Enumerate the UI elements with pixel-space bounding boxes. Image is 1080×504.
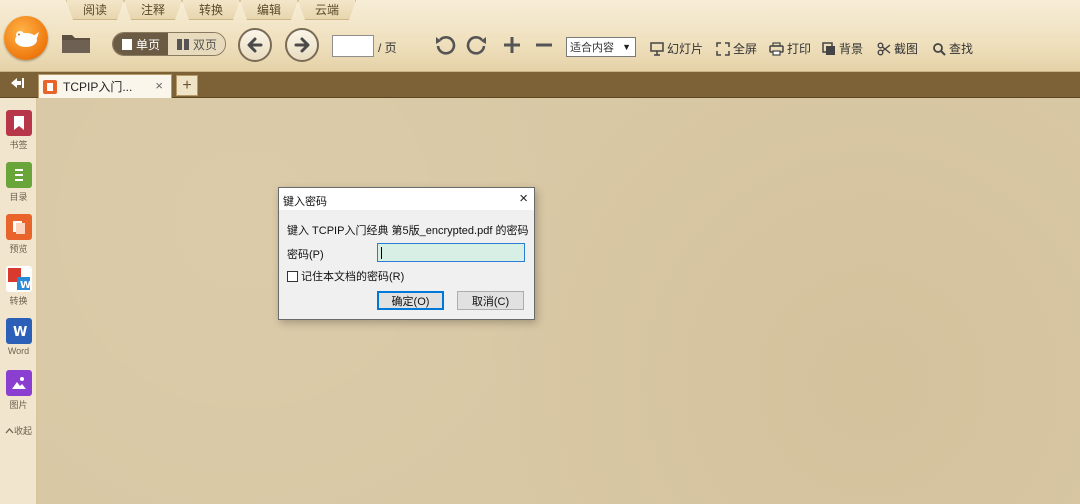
sidebar-item-label: 图片 bbox=[9, 400, 28, 410]
toc-icon bbox=[5, 162, 32, 188]
preview-icon bbox=[5, 214, 32, 240]
sidebar-item-word[interactable]: W Word bbox=[0, 318, 37, 356]
page-number-input[interactable] bbox=[332, 35, 374, 57]
search-label: 查找 bbox=[949, 42, 974, 56]
next-page-button[interactable] bbox=[285, 28, 319, 62]
sidebar-item-image[interactable]: 图片 bbox=[0, 370, 37, 411]
screenshot-button[interactable]: 截图 bbox=[877, 40, 918, 57]
arrow-left-icon bbox=[247, 37, 263, 53]
minus-icon bbox=[536, 43, 552, 47]
screenshot-label: 截图 bbox=[894, 42, 919, 56]
chevron-up-icon bbox=[5, 428, 14, 434]
double-page-button[interactable]: 双页 bbox=[168, 33, 226, 55]
fullscreen-icon bbox=[716, 41, 730, 56]
remember-password-checkbox[interactable]: 记住本文档的密码(R) bbox=[287, 268, 404, 284]
sidebar-item-preview[interactable]: 预览 bbox=[0, 214, 37, 255]
printer-icon bbox=[769, 41, 784, 56]
slideshow-label: 幻灯片 bbox=[667, 42, 704, 56]
menu-tabs: 阅读 注释 转换 编辑 云端 bbox=[66, 0, 356, 20]
zoom-mode-value: 适合内容 bbox=[570, 42, 614, 54]
dropdown-arrow-icon: ▼ bbox=[622, 42, 631, 52]
menu-tab-read[interactable]: 阅读 bbox=[66, 0, 124, 20]
sidebar-item-label: 目录 bbox=[9, 192, 28, 202]
background-button[interactable]: 背景 bbox=[822, 40, 863, 57]
dialog-title: 键入密码 bbox=[283, 196, 327, 208]
menu-tab-annotate[interactable]: 注释 bbox=[124, 0, 182, 20]
page-mode-toggle: 单页 双页 bbox=[112, 32, 227, 56]
document-tab[interactable]: TCPIP入门... × bbox=[38, 74, 172, 98]
dialog-prompt-text: 键入 TCPIP入门经典 第5版_encrypted.pdf 的密码 bbox=[287, 225, 529, 237]
password-label: 密码(P) bbox=[287, 249, 324, 261]
sidebar-item-toc[interactable]: 目录 bbox=[0, 162, 37, 203]
convert-icon: W bbox=[5, 266, 32, 292]
menu-tab-cloud[interactable]: 云端 bbox=[298, 0, 356, 20]
print-label: 打印 bbox=[787, 42, 812, 56]
document-viewport bbox=[37, 98, 1080, 504]
open-file-button[interactable] bbox=[60, 30, 92, 56]
checkbox-icon[interactable] bbox=[287, 270, 298, 282]
rotate-right-icon bbox=[466, 36, 486, 55]
zoom-in-button[interactable] bbox=[502, 35, 522, 55]
left-sidebar: 书签 目录 预览 W 转换 W Word 图片 收起 bbox=[0, 98, 37, 504]
double-page-icon bbox=[177, 38, 190, 50]
sidebar-item-convert[interactable]: W 转换 bbox=[0, 266, 37, 307]
plus-icon bbox=[504, 37, 520, 53]
text-caret bbox=[381, 247, 382, 259]
folder-icon bbox=[62, 35, 90, 53]
menu-tab-convert[interactable]: 转换 bbox=[182, 0, 240, 20]
slideshow-icon bbox=[650, 41, 664, 56]
sidebar-collapse-label: 收起 bbox=[13, 426, 32, 436]
search-button[interactable]: 查找 bbox=[932, 40, 973, 57]
fullscreen-button[interactable]: 全屏 bbox=[716, 40, 757, 57]
new-tab-button[interactable]: + bbox=[176, 75, 198, 96]
sidebar-item-bookmarks[interactable]: 书签 bbox=[0, 110, 37, 151]
scissors-icon bbox=[877, 42, 891, 55]
sidebar-item-label: 书签 bbox=[9, 140, 28, 150]
page-suffix-label: / 页 bbox=[378, 41, 397, 55]
dialog-close-icon[interactable]: × bbox=[519, 190, 528, 207]
main-toolbar: 阅读 注释 转换 编辑 云端 单页 双页 / 页 适合内容 ▼ 幻灯片 全屏 打… bbox=[0, 0, 1080, 72]
rotate-left-icon bbox=[436, 36, 456, 55]
app-logo-icon[interactable] bbox=[4, 16, 48, 60]
image-icon bbox=[5, 370, 32, 396]
remember-password-label: 记住本文档的密码(R) bbox=[301, 271, 405, 283]
sidebar-item-label: 转换 bbox=[9, 296, 28, 306]
zoom-out-button[interactable] bbox=[534, 35, 554, 55]
background-label: 背景 bbox=[839, 42, 864, 56]
single-page-icon bbox=[122, 38, 132, 50]
rotate-right-button[interactable] bbox=[466, 34, 488, 56]
svg-text:W: W bbox=[13, 325, 27, 339]
password-input[interactable] bbox=[377, 243, 525, 262]
menu-tab-edit[interactable]: 编辑 bbox=[240, 0, 298, 20]
previous-page-button[interactable] bbox=[238, 28, 272, 62]
fullscreen-label: 全屏 bbox=[733, 42, 758, 56]
dialog-title-bar[interactable]: 键入密码 × bbox=[279, 188, 534, 210]
single-page-label: 单页 bbox=[136, 37, 161, 52]
bookmark-icon bbox=[5, 110, 32, 136]
document-tab-strip: TCPIP入门... × + bbox=[0, 72, 1080, 98]
collapse-sidebar-button[interactable] bbox=[6, 76, 28, 94]
word-icon: W bbox=[5, 318, 32, 344]
double-page-label: 双页 bbox=[193, 37, 218, 52]
rotate-left-button[interactable] bbox=[434, 34, 456, 56]
svg-text:W: W bbox=[20, 280, 31, 291]
single-page-button[interactable]: 单页 bbox=[113, 33, 169, 55]
print-button[interactable]: 打印 bbox=[769, 40, 811, 57]
collapse-left-icon bbox=[11, 78, 24, 88]
ok-button[interactable]: 确定(O) bbox=[377, 291, 444, 310]
sidebar-collapse-button[interactable]: 收起 bbox=[0, 424, 37, 437]
document-tab-title: TCPIP入门... bbox=[63, 80, 133, 94]
sidebar-item-label: 预览 bbox=[9, 244, 28, 254]
close-tab-icon[interactable]: × bbox=[155, 78, 163, 93]
slideshow-button[interactable]: 幻灯片 bbox=[650, 40, 703, 57]
arrow-right-icon bbox=[294, 37, 310, 53]
cancel-button[interactable]: 取消(C) bbox=[457, 291, 524, 310]
search-icon bbox=[933, 42, 946, 56]
pdf-file-icon bbox=[43, 79, 57, 94]
password-dialog: 键入密码 × 键入 TCPIP入门经典 第5版_encrypted.pdf 的密… bbox=[278, 187, 535, 320]
background-icon bbox=[822, 41, 835, 55]
sidebar-item-label: Word bbox=[7, 346, 30, 356]
zoom-mode-select[interactable]: 适合内容 ▼ bbox=[566, 37, 636, 57]
